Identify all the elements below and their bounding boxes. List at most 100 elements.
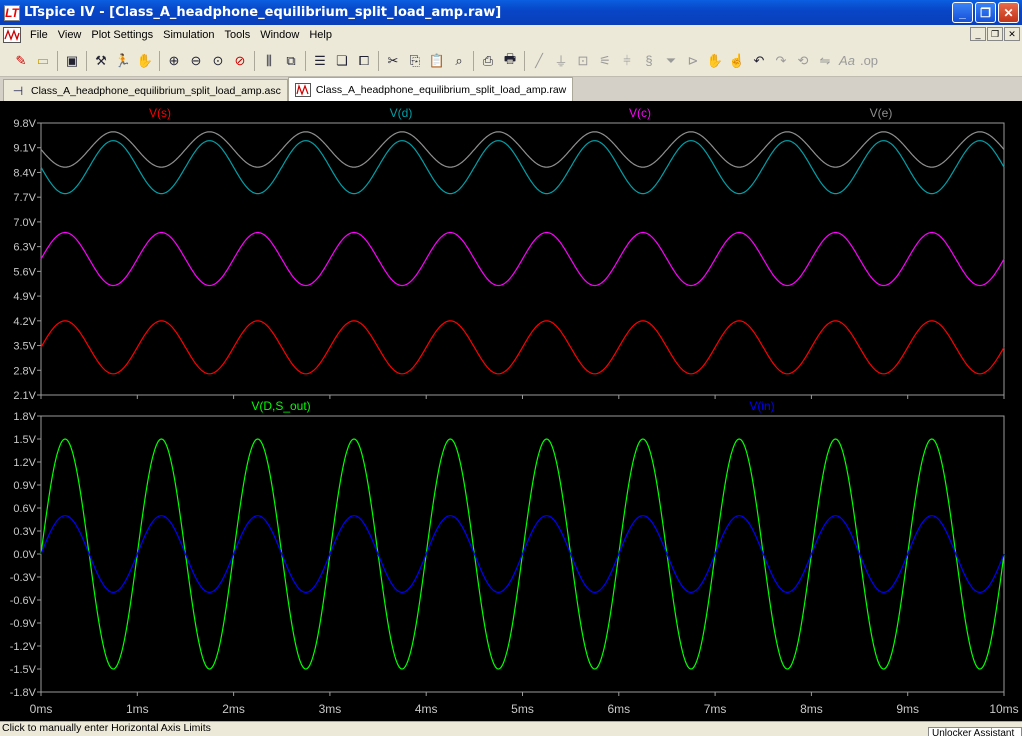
trace-label[interactable]: V(s) [149,106,171,120]
find-icon[interactable]: ⌕ [448,50,470,72]
y-tick-label: 0.9V [13,480,36,492]
toolbar-separator [305,50,306,71]
tab-schematic[interactable]: ⊣ Class_A_headphone_equilibrium_split_lo… [3,79,288,101]
y-tick-label: 1.8V [13,411,36,423]
tab-waveform-label: Class_A_headphone_equilibrium_split_load… [315,83,567,96]
inductor-icon[interactable]: § [638,50,660,72]
waveform-window-icon[interactable] [3,27,21,43]
zoom-fit-icon[interactable]: ⊙ [207,50,229,72]
text-icon[interactable]: Aa [836,50,858,72]
pick-visible-traces-icon[interactable]: ⧉ [280,50,302,72]
mirror-icon[interactable]: ⇋ [814,50,836,72]
capacitor-icon[interactable]: ⫩ [616,50,638,72]
menu-help[interactable]: Help [304,29,337,41]
x-tick-label[interactable]: 0ms [30,702,53,716]
schematic-icon: ⊣ [12,83,24,98]
zoom-cancel-icon[interactable]: ⊘ [229,50,251,72]
cascade-icon[interactable]: ❏ [331,50,353,72]
mdi-restore-button[interactable]: ❐ [987,27,1003,41]
ltspice-logo-icon: LT [4,4,20,21]
open-icon[interactable]: ▭ [32,50,54,72]
resistor-icon[interactable]: ⚟ [594,50,616,72]
x-tick-label[interactable]: 2ms [222,702,245,716]
rotate-icon[interactable]: ⟲ [792,50,814,72]
restore-button[interactable]: ❐ [975,2,996,23]
x-tick-label[interactable]: 5ms [511,702,534,716]
close-button[interactable]: ✕ [998,2,1019,23]
component-icon[interactable]: ⊳ [682,50,704,72]
tab-waveform[interactable]: Class_A_headphone_equilibrium_split_load… [287,77,574,101]
status-bar: Click to manually enter Horizontal Axis … [0,721,1022,736]
paste-icon[interactable]: 📋 [426,50,448,72]
x-tick-label[interactable]: 9ms [896,702,919,716]
y-tick-label: 8.4V [13,167,36,179]
save-icon[interactable]: ▣ [61,50,83,72]
drag-icon[interactable]: ☝ [726,50,748,72]
halt-icon[interactable]: ✋ [134,50,156,72]
y-tick-label: 5.6V [13,266,36,278]
close-window-icon[interactable]: ⧠ [353,50,375,72]
trace-v-s-[interactable] [40,320,1005,375]
run-icon[interactable]: 🏃 [112,50,134,72]
move-icon[interactable]: ✋ [704,50,726,72]
close-icon: ✕ [1003,5,1014,20]
trace-label[interactable]: V(c) [629,106,651,120]
undo-icon[interactable]: ↶ [748,50,770,72]
waveform-viewer[interactable]: 9.8V 9.1V 8.4V 7.7V 7.0V 6.3V 5.6V 4.9V 4.2V 3.5V… [0,101,1022,721]
restore-icon: ❐ [980,5,991,20]
menu-view[interactable]: View [53,29,87,41]
menu-plot-settings[interactable]: Plot Settings [86,29,158,41]
y-tick-label: 1.5V [13,434,36,446]
zoom-out-icon[interactable]: ⊖ [185,50,207,72]
menu-tools[interactable]: Tools [220,29,256,41]
new-schematic-icon[interactable]: ✎ [10,50,32,72]
x-tick-label[interactable]: 1ms [126,702,149,716]
x-tick-label[interactable]: 3ms [319,702,342,716]
spice-directive-icon[interactable]: .op [858,50,880,72]
x-tick-label[interactable]: 4ms [415,702,438,716]
menu-bar: File View Plot Settings Simulation Tools… [0,25,1022,45]
window-title: LTspice IV - [Class_A_headphone_equilibr… [24,5,502,20]
toolbar-separator [86,50,87,71]
print-preview-icon[interactable]: ⎙ [477,50,499,72]
mdi-close-button[interactable]: ✕ [1004,27,1020,41]
x-tick-label[interactable]: 10ms [989,702,1018,716]
trace-v-e-[interactable] [40,131,1005,168]
y-tick-label: -0.9V [10,618,37,630]
trace-label[interactable]: V(d) [390,106,413,120]
y-tick-label: 2.8V [13,365,36,377]
trace-label[interactable]: V(in) [749,399,774,413]
y-tick-label: 3.5V [13,341,36,353]
y-tick-label: 9.1V [13,143,36,155]
ground-icon[interactable]: ⏚ [550,50,572,72]
copy-icon[interactable]: ⎘ [404,50,426,72]
waveform-plot[interactable]: 9.8V 9.1V 8.4V 7.7V 7.0V 6.3V 5.6V 4.9V 4.2V 3.5V… [0,101,1022,721]
label-icon[interactable]: ⊡ [572,50,594,72]
control-panel-icon[interactable]: ⚒ [90,50,112,72]
x-tick-label[interactable]: 6ms [607,702,630,716]
menu-window[interactable]: Window [255,29,304,41]
x-tick-label[interactable]: 7ms [704,702,727,716]
print-icon[interactable]: 🖶 [499,50,521,72]
trace-label[interactable]: V(e) [870,106,893,120]
status-right-text: Unlocker Assistant [932,728,1015,736]
tile-horizontal-icon[interactable]: ☰ [309,50,331,72]
cut-icon[interactable]: ✂ [382,50,404,72]
mdi-minimize-button[interactable]: _ [970,27,986,41]
diode-icon[interactable]: ⏷ [660,50,682,72]
y-tick-label: 0.3V [13,526,36,538]
x-tick-label[interactable]: 8ms [800,702,823,716]
redo-icon[interactable]: ↷ [770,50,792,72]
trace-label[interactable]: V(D,S_out) [251,399,310,413]
minimize-button[interactable]: _ [952,2,973,23]
trace-v-c-[interactable] [40,231,1005,287]
autorange-icon[interactable]: ⫼ [258,50,280,72]
zoom-in-icon[interactable]: ⊕ [163,50,185,72]
wire-icon[interactable]: ╱ [528,50,550,72]
y-tick-label: 1.2V [13,457,36,469]
y-tick-label: 0.0V [13,549,36,561]
menu-file[interactable]: File [25,29,53,41]
menu-simulation[interactable]: Simulation [158,29,219,41]
waveform-icon [294,82,311,97]
trace-v-in-[interactable] [40,515,1005,593]
